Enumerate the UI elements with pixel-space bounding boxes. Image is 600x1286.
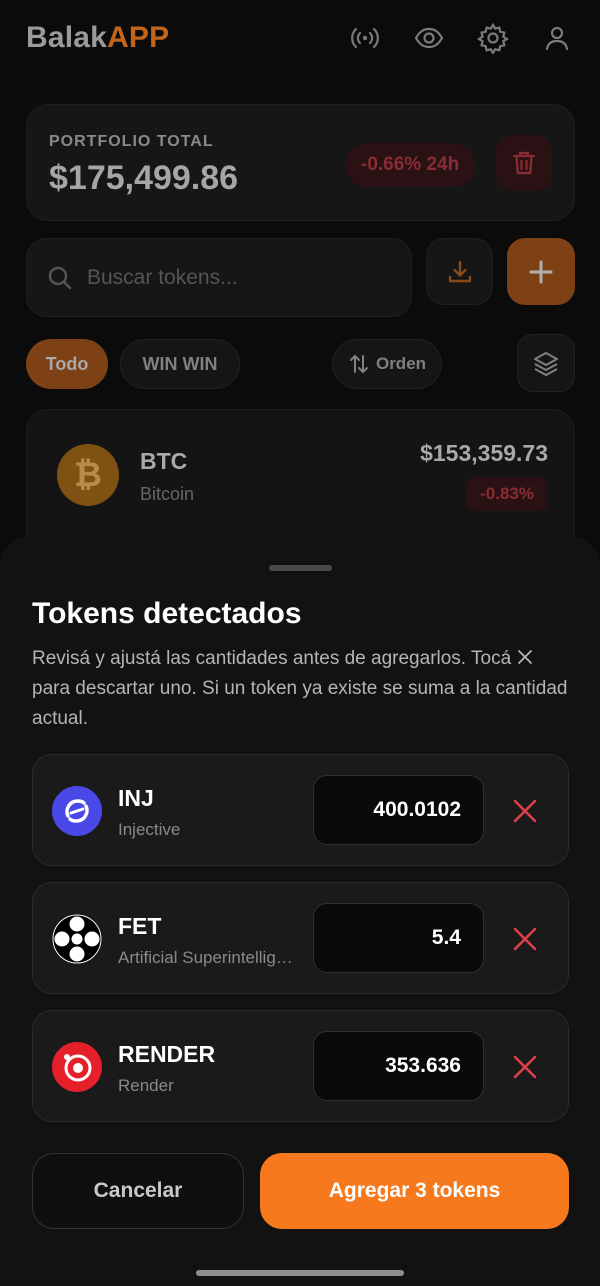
token-symbol: FET bbox=[118, 913, 162, 939]
gear-icon[interactable] bbox=[476, 21, 510, 55]
holding-name: Bitcoin bbox=[140, 484, 195, 504]
token-name: Injective bbox=[118, 820, 181, 839]
discard-token-button[interactable] bbox=[509, 1051, 541, 1083]
injective-logo-icon bbox=[52, 786, 102, 836]
token-symbol: RENDER bbox=[118, 1041, 216, 1067]
fet-logo-icon bbox=[52, 914, 102, 964]
plus-icon bbox=[529, 260, 553, 283]
sheet-drag-handle[interactable] bbox=[269, 565, 332, 571]
render-logo-icon bbox=[52, 1042, 102, 1092]
app-logo: BalakAPP bbox=[26, 21, 169, 55]
filter-all[interactable]: Todo bbox=[26, 339, 108, 389]
close-icon bbox=[513, 927, 537, 951]
sheet-description-part1: Revisá y ajustá las cantidades antes de … bbox=[32, 648, 512, 669]
holding-value: $153,359.73 bbox=[420, 440, 548, 466]
import-button[interactable] bbox=[426, 238, 493, 305]
bitcoin-logo-icon: ₿ bbox=[57, 444, 119, 506]
portfolio-card: PORTFOLIO TOTAL $175,499.86 -0.66% 24h bbox=[26, 104, 575, 221]
holding-symbol: BTC bbox=[140, 448, 188, 474]
add-token-button[interactable] bbox=[507, 238, 575, 305]
trash-icon bbox=[512, 151, 536, 175]
home-indicator[interactable] bbox=[196, 1270, 404, 1276]
user-icon[interactable] bbox=[540, 21, 574, 55]
token-row-inj: INJ Injective bbox=[32, 754, 569, 866]
token-name: Render bbox=[118, 1076, 174, 1095]
close-inline-icon bbox=[518, 650, 533, 664]
search-icon bbox=[48, 266, 72, 289]
sheet-description-part2: para descartar uno. Si un token ya exist… bbox=[32, 678, 568, 729]
app-header: BalakAPP bbox=[26, 18, 574, 58]
layers-button[interactable] bbox=[517, 334, 575, 392]
delete-portfolio-button[interactable] bbox=[496, 135, 552, 191]
broadcast-icon[interactable] bbox=[348, 21, 382, 55]
token-symbol: INJ bbox=[118, 785, 154, 811]
portfolio-change-badge: -0.66% 24h bbox=[345, 143, 476, 187]
filter-win-win[interactable]: WIN WIN bbox=[120, 339, 240, 389]
token-row-fet: FET Artificial Superintelligence Allianc… bbox=[32, 882, 569, 994]
add-tokens-button[interactable]: Agregar 3 tokens bbox=[260, 1153, 569, 1229]
token-amount-input[interactable] bbox=[313, 775, 484, 845]
discard-token-button[interactable] bbox=[509, 795, 541, 827]
sheet-description: Revisá y ajustá las cantidades antes de … bbox=[32, 644, 572, 734]
search-box[interactable] bbox=[26, 238, 412, 317]
cancel-button[interactable]: Cancelar bbox=[32, 1153, 244, 1229]
portfolio-label: PORTFOLIO TOTAL bbox=[49, 133, 214, 150]
portfolio-total-value: $175,499.86 bbox=[49, 159, 239, 197]
close-icon bbox=[513, 799, 537, 823]
discard-token-button[interactable] bbox=[509, 923, 541, 955]
token-name: Artificial Superintelligence Alliance bbox=[118, 948, 298, 967]
logo-text-app: APP bbox=[107, 21, 170, 54]
logo-text-balak: Balak bbox=[26, 21, 108, 54]
token-amount-input[interactable] bbox=[313, 1031, 484, 1101]
close-icon bbox=[513, 1055, 537, 1079]
sort-icon bbox=[349, 355, 368, 373]
header-actions bbox=[348, 21, 574, 55]
sort-button[interactable]: Orden bbox=[332, 339, 442, 389]
search-input[interactable] bbox=[87, 265, 377, 290]
holding-change-badge: -0.83% bbox=[466, 477, 548, 511]
sort-label: Orden bbox=[375, 354, 427, 373]
token-row-render: RENDER Render bbox=[32, 1010, 569, 1122]
layers-icon bbox=[534, 352, 558, 376]
token-amount-input[interactable] bbox=[313, 903, 484, 973]
eye-icon[interactable] bbox=[412, 21, 446, 55]
download-icon bbox=[448, 260, 471, 282]
sheet-title: Tokens detectados bbox=[32, 597, 302, 630]
